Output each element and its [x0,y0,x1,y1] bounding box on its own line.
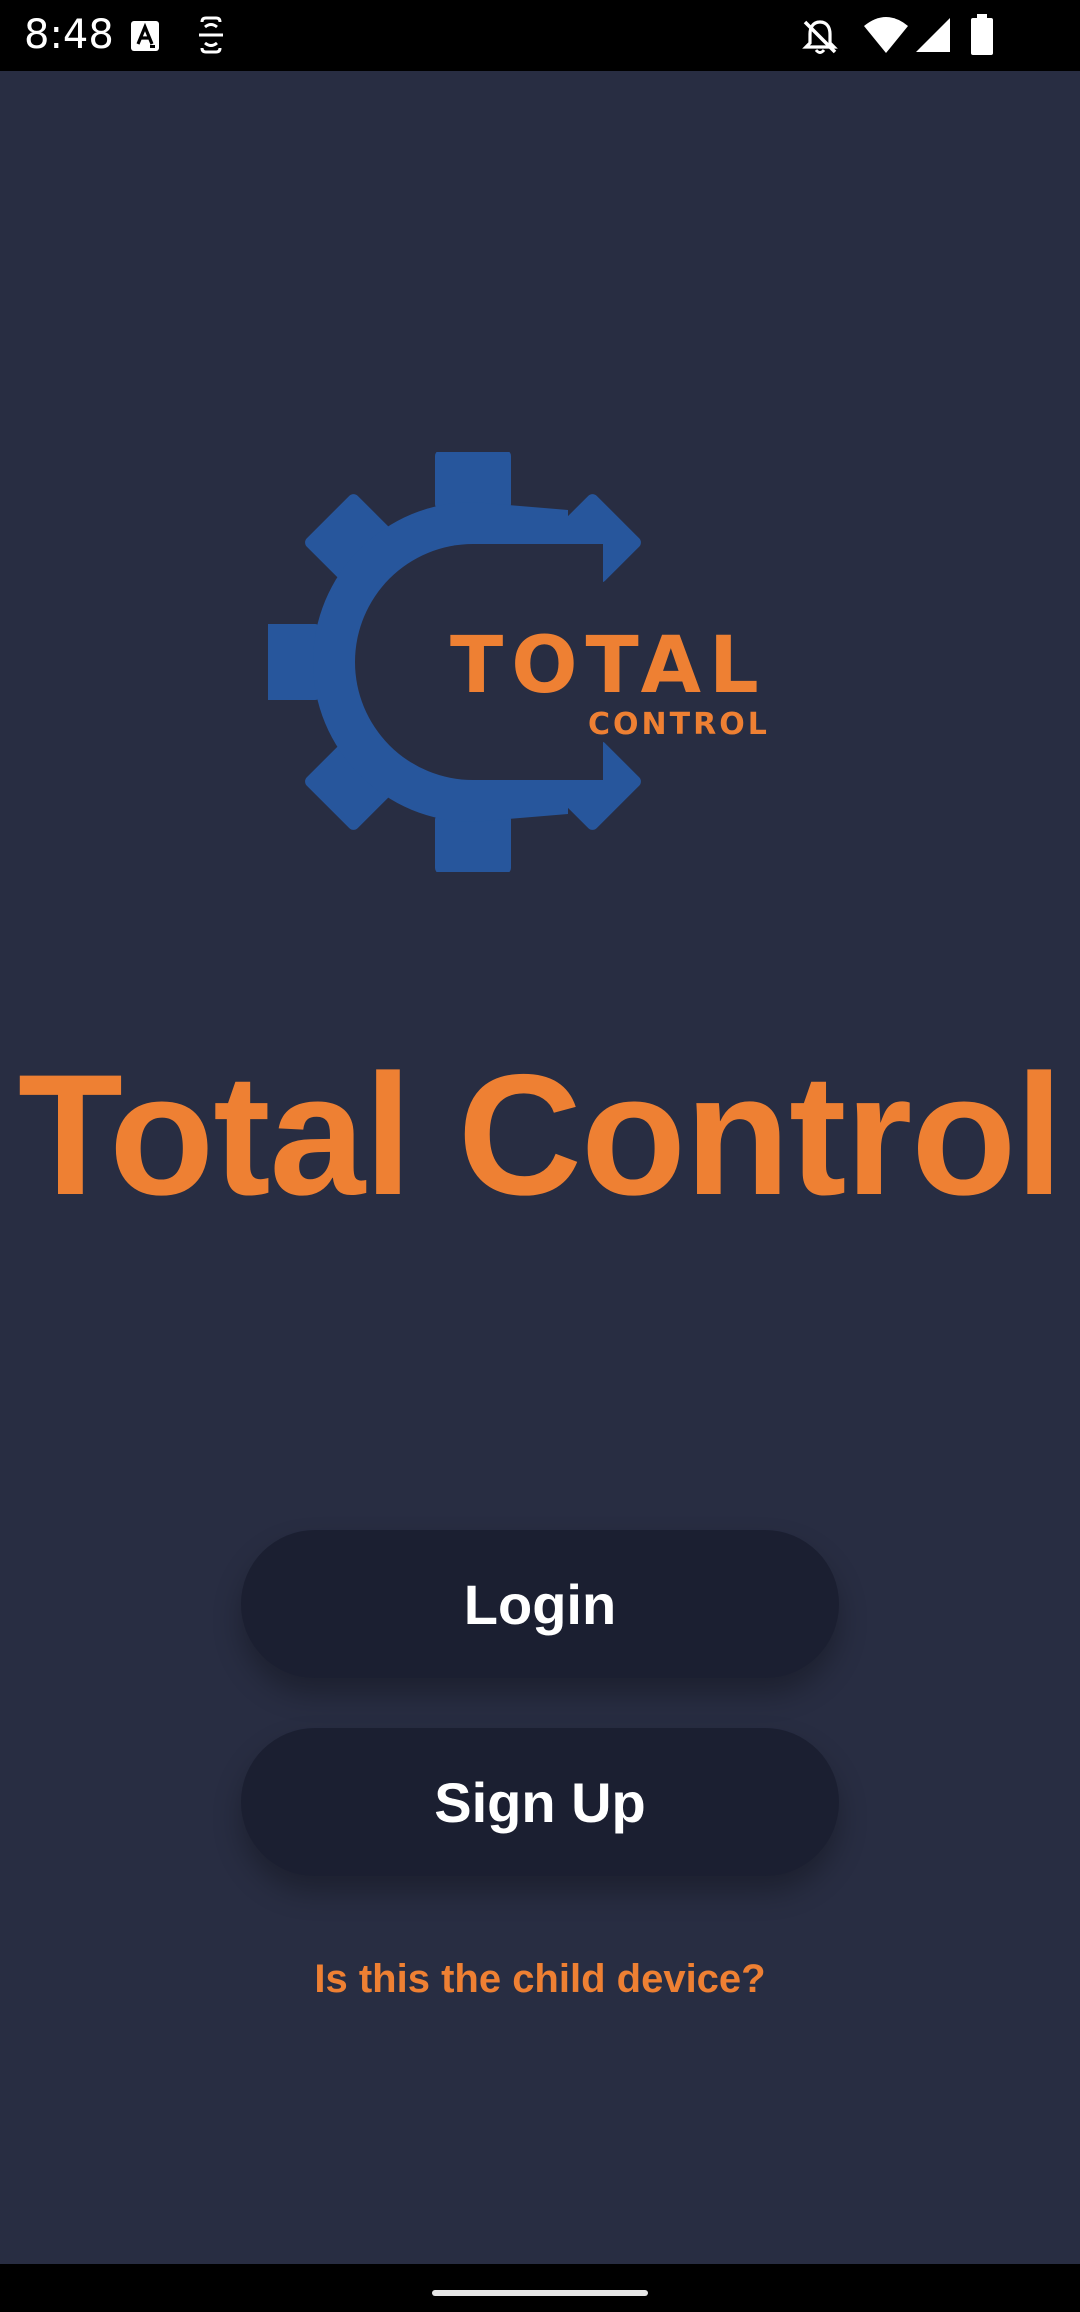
status-time: 8:48 [24,12,114,58]
home-gesture-handle[interactable] [432,2290,648,2296]
login-button-label: Login [463,1572,617,1636]
signup-button-label: Sign Up [434,1770,646,1834]
signup-button[interactable]: Sign Up [241,1728,839,1876]
cellular-signal-icon [916,18,950,52]
child-device-link[interactable]: Is this the child device? [0,1951,1080,2007]
navigation-bar [0,2264,1080,2312]
app-screen: 8:48 TOTAL CONTROL Total Control Login S… [0,0,1080,2312]
logo-word: TOTAL [450,621,767,711]
wifi-icon [864,17,908,53]
status-bar: 8:48 [0,0,1080,71]
login-button[interactable]: Login [241,1530,839,1678]
app-logo: TOTAL CONTROL [268,452,770,872]
face-scan-icon [199,16,223,54]
battery-icon [971,14,993,55]
keyboard-a-icon [131,21,159,51]
logo-subword: CONTROL [588,707,770,742]
notifications-off-icon [802,20,838,54]
app-title: Total Control [17,1039,1063,1231]
